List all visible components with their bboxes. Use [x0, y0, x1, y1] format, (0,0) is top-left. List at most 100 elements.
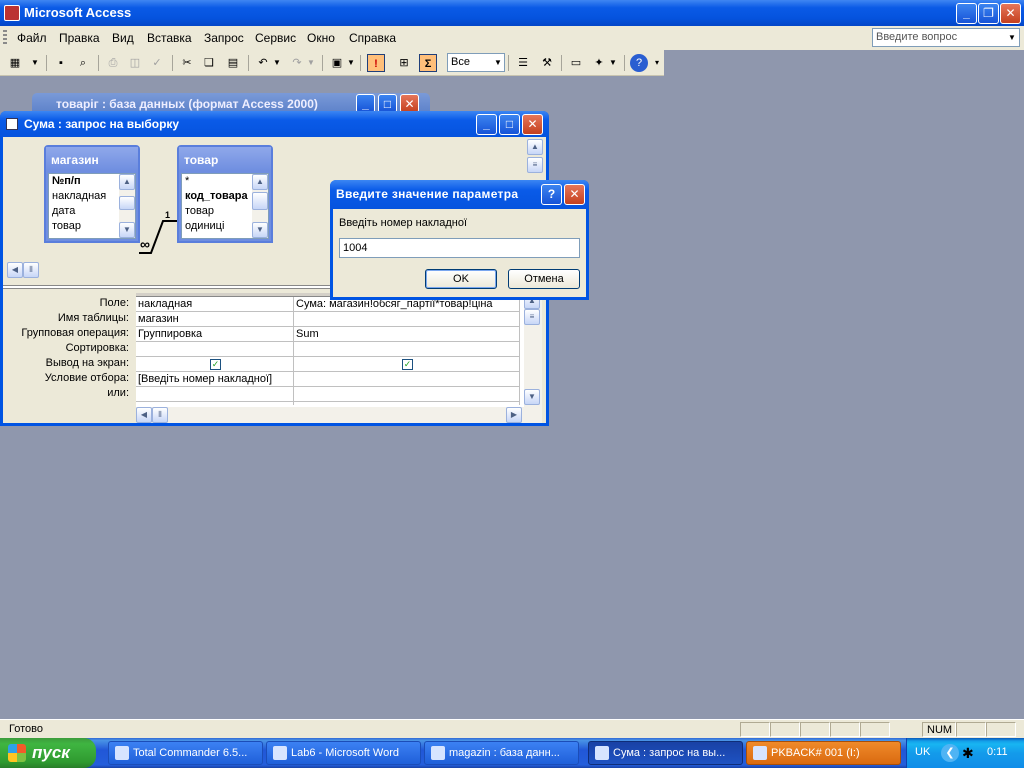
grid-cell-sort[interactable]	[294, 342, 519, 357]
scroll-down-icon[interactable]: ▼	[252, 222, 268, 238]
grid-cell-show[interactable]: ✓	[294, 357, 519, 372]
top-values-value: Все	[451, 56, 470, 68]
totals-icon[interactable]: Σ	[419, 54, 437, 72]
scroll-up-icon[interactable]: ▲	[252, 174, 268, 190]
datasheet-view-icon[interactable]: ▦	[6, 54, 24, 72]
redo-dropdown-icon[interactable]: ▼	[306, 54, 316, 72]
grid-cell-criteria[interactable]: [Введіть номер накладної]	[136, 372, 293, 387]
parameter-dialog-titlebar[interactable]: Введите значение параметра ? ✕	[330, 180, 589, 209]
show-hidden-icons-icon[interactable]: ❮	[941, 744, 959, 762]
close-icon[interactable]: ✕	[564, 184, 585, 205]
scroll-down-icon[interactable]: ▼	[119, 222, 135, 238]
scroll-right-icon[interactable]: ▶	[506, 407, 522, 423]
show-table-icon[interactable]: ⊞	[395, 54, 413, 72]
scroll-left-icon[interactable]: ◀	[7, 262, 23, 278]
properties-icon[interactable]: ☰	[514, 54, 532, 72]
grid-cell-field[interactable]: накладная	[136, 297, 293, 312]
menu-grip[interactable]	[3, 30, 7, 46]
help-icon[interactable]: ?	[630, 54, 648, 72]
table-tovar[interactable]: товар * код_товара товар одиниці ▲ ▼	[177, 145, 273, 243]
query-type-icon[interactable]: ▣	[328, 54, 346, 72]
grid-cell-or[interactable]	[136, 387, 293, 402]
minimize-button[interactable]: _	[476, 114, 497, 135]
help-icon[interactable]: ?	[541, 184, 562, 205]
grid-horizontal-scrollbar[interactable]: ◀ ⦀ ▶	[136, 407, 524, 423]
print-preview-icon[interactable]: ◫	[126, 54, 144, 72]
task-query[interactable]: Сума : запрос на вы...	[588, 741, 743, 765]
show-checkbox[interactable]: ✓	[210, 359, 221, 370]
task-drive[interactable]: PKBACK# 001 (I:)	[746, 741, 901, 765]
scroll-thumb[interactable]: ⦀	[23, 262, 39, 278]
grid-cell-or[interactable]	[294, 387, 519, 402]
ok-button[interactable]: OK	[425, 269, 497, 289]
scroll-thumb[interactable]: ≡	[527, 157, 543, 173]
grid-cell-total[interactable]: Группировка	[136, 327, 293, 342]
grid-cell-total[interactable]: Sum	[294, 327, 519, 342]
clock[interactable]: 0:11	[987, 746, 1008, 758]
grid-cell-sort[interactable]	[136, 342, 293, 357]
grid-cell-criteria[interactable]	[294, 372, 519, 387]
undo-dropdown-icon[interactable]: ▼	[272, 54, 282, 72]
print-icon[interactable]: ⎙	[104, 54, 122, 72]
scroll-down-icon[interactable]: ▼	[524, 389, 540, 405]
query-window-titlebar[interactable]: Сума : запрос на выборку _ □ ✕	[0, 111, 549, 137]
builder-icon[interactable]: ⚒	[538, 54, 556, 72]
menu-file[interactable]: Файл	[17, 31, 47, 45]
close-button[interactable]: ✕	[522, 114, 543, 135]
scroll-thumb[interactable]	[119, 196, 135, 210]
cancel-button[interactable]: Отмена	[508, 269, 580, 289]
restore-button[interactable]: ❐	[978, 3, 999, 24]
menu-window[interactable]: Окно	[307, 31, 335, 45]
task-total-commander[interactable]: Total Commander 6.5...	[108, 741, 263, 765]
new-object-icon[interactable]: ✦	[590, 54, 608, 72]
scroll-thumb[interactable]: ⦀	[152, 407, 168, 423]
view-dropdown-icon[interactable]: ▼	[30, 54, 40, 72]
scroll-up-icon[interactable]: ▲	[119, 174, 135, 190]
parameter-value-input[interactable]: 1004	[339, 238, 580, 258]
spelling-icon[interactable]: ✓	[148, 54, 166, 72]
vertical-scrollbar[interactable]: ▲ ▼	[119, 174, 135, 238]
redo-icon[interactable]: ↷	[288, 54, 306, 72]
run-icon[interactable]: !	[367, 54, 385, 72]
copy-icon[interactable]: ❏	[200, 54, 218, 72]
toolbar-options-icon[interactable]: ▾	[652, 54, 662, 72]
grid-cell-show[interactable]: ✓	[136, 357, 293, 372]
scroll-left-icon[interactable]: ◀	[136, 407, 152, 423]
menu-query[interactable]: Запрос	[204, 31, 244, 45]
search-icon[interactable]: ⌕	[74, 54, 92, 72]
menu-view[interactable]: Вид	[112, 31, 134, 45]
paste-icon[interactable]: ▤	[224, 54, 242, 72]
cut-icon[interactable]: ✂	[178, 54, 196, 72]
table-magazin[interactable]: магазин №п/п накладная дата товар ▲ ▼	[44, 145, 140, 243]
database-window-icon[interactable]: ▭	[567, 54, 585, 72]
new-object-dropdown-icon[interactable]: ▼	[608, 54, 618, 72]
scroll-thumb[interactable]	[252, 192, 268, 210]
task-word[interactable]: Lab6 - Microsoft Word	[266, 741, 421, 765]
menu-edit[interactable]: Правка	[59, 31, 100, 45]
start-button[interactable]: пуск	[0, 738, 96, 768]
scroll-up-icon[interactable]: ▲	[527, 139, 543, 155]
save-icon[interactable]: ▪	[52, 54, 70, 72]
menu-help[interactable]: Справка	[349, 31, 396, 45]
vertical-scrollbar[interactable]: ▲ ▼	[252, 174, 268, 238]
language-indicator[interactable]: UK	[915, 746, 930, 758]
show-checkbox[interactable]: ✓	[402, 359, 413, 370]
top-values-combo[interactable]: Все ▼	[447, 53, 505, 72]
ask-question-input[interactable]: Введите вопрос ▼	[872, 28, 1020, 47]
chevron-down-icon[interactable]: ▼	[492, 54, 504, 71]
maximize-button[interactable]: □	[499, 114, 520, 135]
menu-tools[interactable]: Сервис	[255, 31, 296, 45]
task-label: Lab6 - Microsoft Word	[291, 747, 400, 759]
menu-insert[interactable]: Вставка	[147, 31, 192, 45]
minimize-button[interactable]: _	[956, 3, 977, 24]
undo-icon[interactable]: ↶	[254, 54, 272, 72]
scroll-thumb[interactable]: ≡	[524, 309, 540, 325]
query-type-dropdown-icon[interactable]: ▼	[346, 54, 356, 72]
task-database[interactable]: magazin : база данн...	[424, 741, 579, 765]
chevron-down-icon[interactable]: ▼	[1005, 29, 1019, 46]
grid-cell-table[interactable]	[294, 312, 519, 327]
antivirus-icon[interactable]: ✱	[962, 745, 974, 762]
grid-cell-table[interactable]: магазин	[136, 312, 293, 327]
close-button[interactable]: ✕	[1000, 3, 1021, 24]
grid-vertical-scrollbar[interactable]: ▲ ≡ ▼	[524, 293, 542, 423]
